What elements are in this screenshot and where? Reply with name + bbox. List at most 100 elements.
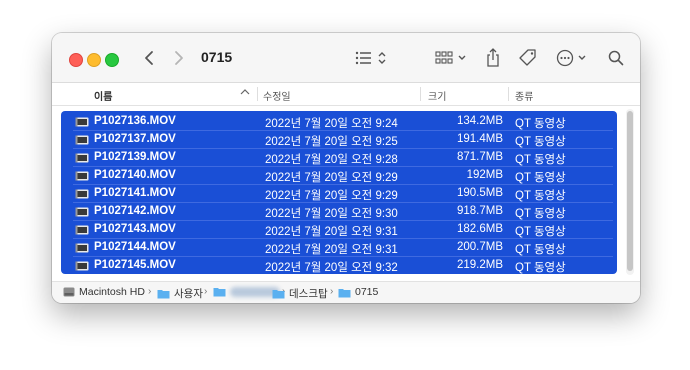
- search-icon: [608, 50, 624, 66]
- file-name: P1027137.MOV: [94, 133, 176, 145]
- path-item-desktop[interactable]: 데스크탑: [272, 286, 328, 301]
- path-separator-icon: ›: [330, 286, 334, 297]
- column-divider[interactable]: [508, 87, 509, 101]
- file-list: P1027136.MOV 2022년 7월 20일 오전 9:24 134.2MB Q…: [61, 111, 617, 274]
- file-date: 2022년 7월 20일 오전 9:24: [265, 118, 398, 130]
- file-name: P1027143.MOV: [94, 223, 176, 235]
- grid-group-icon: [435, 51, 466, 64]
- file-row[interactable]: P1027137.MOV 2022년 7월 20일 오전 9:25 191.4MB Q…: [61, 131, 617, 149]
- file-kind: QT 동영상: [515, 244, 566, 256]
- file-kind: QT 동영상: [515, 136, 566, 148]
- file-name: P1027140.MOV: [94, 169, 176, 181]
- file-size: 134.2MB: [456, 115, 503, 127]
- file-row[interactable]: P1027141.MOV 2022년 7월 20일 오전 9:29 190.5MB Q…: [61, 185, 617, 203]
- toolbar: 0715: [52, 33, 640, 83]
- file-row[interactable]: P1027140.MOV 2022년 7월 20일 오전 9:29 192MB QT …: [61, 167, 617, 185]
- file-row[interactable]: P1027142.MOV 2022년 7월 20일 오전 9:30 918.7MB Q…: [61, 203, 617, 221]
- file-date: 2022년 7월 20일 오전 9:31: [265, 226, 398, 238]
- column-kind[interactable]: 종류: [515, 88, 533, 103]
- file-kind: QT 동영상: [515, 190, 566, 202]
- file-size: 192MB: [466, 169, 503, 181]
- vertical-scrollbar[interactable]: [626, 109, 634, 275]
- back-button[interactable]: [140, 46, 158, 70]
- share-button[interactable]: [483, 46, 503, 70]
- file-kind: QT 동영상: [515, 154, 566, 166]
- file-kind: QT 동영상: [515, 208, 566, 220]
- file-name: P1027142.MOV: [94, 205, 176, 217]
- tag-button[interactable]: [517, 46, 539, 70]
- path-item-label: 데스크탑: [289, 288, 328, 300]
- file-size: 191.4MB: [456, 133, 503, 145]
- file-kind: QT 동영상: [515, 118, 566, 130]
- finder-window: 0715 이름 수정일 크기 종류 P1027136.MOV 2022년 7월 …: [52, 33, 640, 303]
- chevron-right-icon: [175, 51, 183, 65]
- column-divider[interactable]: [257, 87, 258, 101]
- zoom-button[interactable]: [105, 53, 119, 67]
- path-separator-icon: ›: [204, 286, 208, 297]
- file-row[interactable]: P1027145.MOV 2022년 7월 20일 오전 9:32 219.2MB Q…: [61, 257, 617, 275]
- forward-button[interactable]: [170, 46, 188, 70]
- video-file-icon: [75, 171, 89, 181]
- file-size: 918.7MB: [456, 205, 503, 217]
- file-name: P1027144.MOV: [94, 241, 176, 253]
- video-file-icon: [75, 117, 89, 127]
- chevron-left-icon: [145, 51, 153, 65]
- path-item-drive[interactable]: Macintosh HD: [63, 286, 145, 298]
- list-view-icon: [355, 51, 386, 65]
- share-icon: [487, 48, 499, 67]
- video-file-icon: [75, 261, 89, 271]
- path-item-users[interactable]: 사용자: [157, 286, 203, 301]
- path-item-folder[interactable]: 0715: [338, 286, 378, 298]
- path-bar: Macintosh HD › 사용자 › › 데스크탑 ›: [52, 281, 640, 303]
- file-date: 2022년 7월 20일 오전 9:29: [265, 172, 398, 184]
- path-separator-icon: ›: [148, 286, 152, 297]
- home-folder-icon: [213, 288, 226, 297]
- column-divider[interactable]: [420, 87, 421, 101]
- file-kind: QT 동영상: [515, 262, 566, 274]
- sort-ascending-icon[interactable]: [240, 88, 250, 99]
- column-date[interactable]: 수정일: [263, 88, 291, 103]
- video-file-icon: [75, 135, 89, 145]
- folder-icon: [272, 290, 285, 299]
- file-kind: QT 동영상: [515, 226, 566, 238]
- file-name: P1027141.MOV: [94, 187, 176, 199]
- more-actions-button[interactable]: [555, 46, 589, 70]
- file-row[interactable]: P1027139.MOV 2022년 7월 20일 오전 9:28 871.7MB Q…: [61, 149, 617, 167]
- scrollbar-thumb[interactable]: [627, 111, 633, 271]
- path-item-label: Macintosh HD: [79, 286, 145, 298]
- video-file-icon: [75, 243, 89, 253]
- file-size: 190.5MB: [456, 187, 503, 199]
- path-item-label: 사용자: [174, 288, 203, 300]
- file-name: P1027136.MOV: [94, 115, 176, 127]
- ellipsis-circle-icon: [556, 49, 586, 67]
- file-date: 2022년 7월 20일 오전 9:30: [265, 208, 398, 220]
- file-size: 219.2MB: [456, 259, 503, 271]
- video-file-icon: [75, 207, 89, 217]
- group-button[interactable]: [434, 46, 470, 70]
- column-name[interactable]: 이름: [94, 88, 112, 103]
- file-date: 2022년 7월 20일 오전 9:25: [265, 136, 398, 148]
- file-name: P1027145.MOV: [94, 259, 176, 271]
- tag-icon: [519, 49, 536, 66]
- file-row[interactable]: P1027143.MOV 2022년 7월 20일 오전 9:31 182.6MB Q…: [61, 221, 617, 239]
- folder-icon: [157, 290, 170, 299]
- search-button[interactable]: [606, 46, 626, 70]
- view-options-button[interactable]: [353, 46, 393, 70]
- minimize-button[interactable]: [87, 53, 101, 67]
- file-date: 2022년 7월 20일 오전 9:28: [265, 154, 398, 166]
- folder-icon: [338, 288, 351, 297]
- close-button[interactable]: [69, 53, 83, 67]
- file-name: P1027139.MOV: [94, 151, 176, 163]
- video-file-icon: [75, 153, 89, 163]
- file-date: 2022년 7월 20일 오전 9:29: [265, 190, 398, 202]
- file-date: 2022년 7월 20일 오전 9:31: [265, 244, 398, 256]
- hard-drive-icon: [63, 287, 75, 297]
- file-row[interactable]: P1027144.MOV 2022년 7월 20일 오전 9:31 200.7MB Q…: [61, 239, 617, 257]
- file-size: 200.7MB: [456, 241, 503, 253]
- file-size: 182.6MB: [456, 223, 503, 235]
- path-item-user-home[interactable]: [213, 286, 280, 297]
- file-kind: QT 동영상: [515, 172, 566, 184]
- file-row[interactable]: P1027136.MOV 2022년 7월 20일 오전 9:24 134.2MB Q…: [61, 113, 617, 131]
- column-size[interactable]: 크기: [428, 88, 446, 103]
- file-size: 871.7MB: [456, 151, 503, 163]
